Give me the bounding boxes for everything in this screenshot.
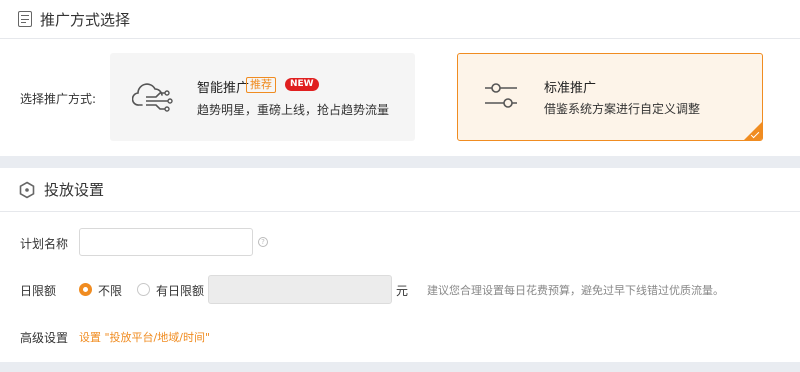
method-label: 选择推广方式: (20, 92, 97, 106)
currency-unit: 元 (396, 284, 409, 298)
section-header: 投放设置 (0, 168, 800, 212)
unlimited-label[interactable]: 不限 (98, 282, 122, 299)
sliders-icon (485, 83, 517, 108)
cloud-network-icon (132, 83, 173, 112)
card-title: 智能推广 (197, 81, 250, 96)
section-title: 推广方式选择 (40, 10, 131, 29)
card-description: 借鉴系统方案进行自定义调整 (544, 102, 701, 116)
advanced-settings-link[interactable]: 设置 "投放平台/地域/时间" (79, 329, 210, 345)
daily-limit-radio[interactable] (137, 283, 150, 296)
plan-name-input[interactable] (79, 228, 253, 256)
unlimited-radio[interactable] (79, 283, 92, 296)
standard-promotion-card[interactable]: 标准推广 借鉴系统方案进行自定义调整 (457, 53, 763, 141)
smart-promotion-card[interactable]: 智能推广 推荐 NEW 趋势明星，重磅上线，抢占趋势流量 (110, 53, 415, 141)
advanced-settings-label: 高级设置 (20, 331, 69, 345)
card-title: 标准推广 (544, 81, 597, 96)
new-badge: NEW (285, 78, 319, 91)
section-title: 投放设置 (44, 181, 105, 199)
recommended-badge: 推荐 (246, 77, 276, 93)
section-header: 推广方式选择 (0, 0, 800, 39)
daily-limit-label: 日限额 (20, 284, 57, 298)
hexagon-icon (19, 181, 35, 198)
delivery-settings-panel: 投放设置 计划名称 ? 日限额 不限 有日限额 元 建议您合理设置每日花费预算，… (0, 168, 800, 362)
card-description: 趋势明星，重磅上线，抢占趋势流量 (197, 103, 390, 117)
help-icon[interactable]: ? (258, 237, 268, 247)
budget-hint: 建议您合理设置每日花费预算，避免过早下线错过优质流量。 (427, 284, 724, 297)
document-icon (18, 11, 32, 27)
promotion-method-panel: 推广方式选择 选择推广方式: 智能推广 推荐 NEW 趋势明星，重磅上线，抢占趋… (0, 0, 800, 156)
budget-amount-input[interactable] (208, 275, 392, 304)
daily-limit-option-label[interactable]: 有日限额 (156, 282, 204, 299)
plan-name-label: 计划名称 (20, 237, 69, 251)
